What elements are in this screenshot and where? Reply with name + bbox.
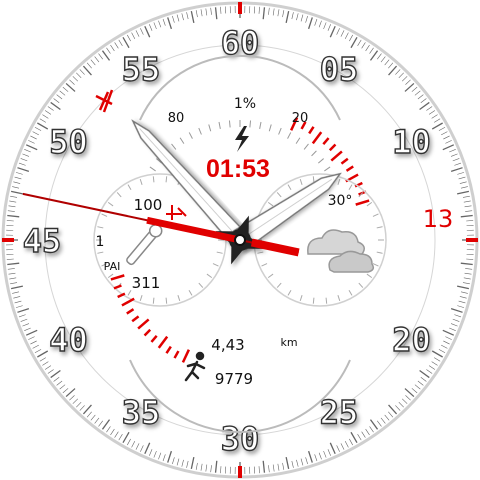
battery-gauge-low-label: 80: [168, 111, 185, 126]
subdial-tick: [165, 297, 168, 304]
minute-numeral: 20: [392, 321, 431, 359]
battery-percent: 1%: [234, 96, 256, 112]
marker-9: [2, 238, 14, 242]
digital-time: 01:53: [206, 155, 270, 183]
calories-value: 311: [132, 274, 161, 292]
minute-numeral: 05: [320, 51, 359, 89]
battery-gauge-high-label: 20: [292, 111, 309, 126]
steps-value: 9779: [215, 370, 253, 388]
subdial-tick: [152, 297, 155, 304]
distance-value: 4,43: [211, 336, 244, 354]
pai-label: PAI: [104, 260, 121, 273]
date: 13: [423, 205, 454, 233]
subdial-tick: [152, 176, 155, 183]
distance-unit: km: [280, 336, 297, 349]
temperature-value: 30°: [328, 193, 353, 209]
heart-rate-value: 100: [134, 196, 163, 214]
minute-numeral: 30: [221, 420, 260, 458]
subdial-tick: [165, 176, 168, 183]
minute-numeral: 25: [320, 393, 359, 431]
minute-numeral: 35: [122, 393, 161, 431]
battery-tick: [249, 120, 252, 128]
marker-12: [238, 2, 242, 14]
subdial-tick: [312, 176, 315, 183]
subdial-tick: [312, 297, 315, 304]
battery-tick: [228, 120, 231, 128]
pai-value: 1: [96, 234, 105, 250]
minute-numeral: 55: [122, 51, 161, 89]
minute-numeral: 40: [49, 321, 88, 359]
marker-6: [238, 466, 242, 478]
minute-numeral: 50: [49, 123, 88, 161]
watch-face: 6005102025303540455055 1% 80 20 01:53 13…: [1, 1, 479, 479]
marker-3: [466, 238, 478, 242]
minute-numeral: 10: [392, 123, 431, 161]
subdial-tick: [325, 297, 328, 304]
minute-numeral: 45: [23, 222, 62, 260]
center-pin: [234, 234, 246, 246]
